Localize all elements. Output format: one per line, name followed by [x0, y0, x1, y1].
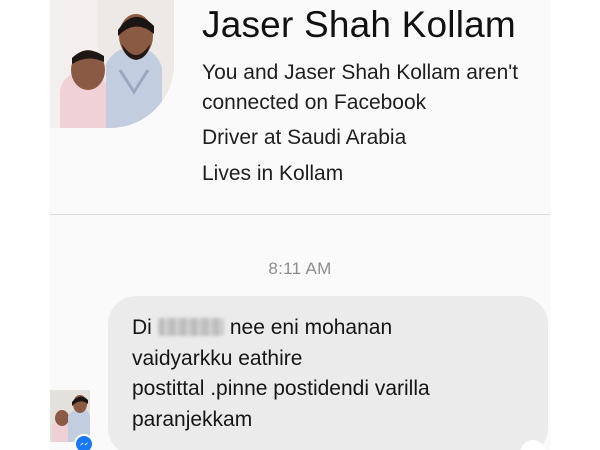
- message-text: nee eni mohanan: [229, 316, 393, 339]
- message-timestamp: 8:11 AM: [268, 259, 332, 278]
- profile-name: Jaser Shah Kollam: [202, 4, 516, 45]
- message-line-4: paranjekkam: [132, 407, 253, 431]
- connection-status-line-1: You and Jaser Shah Kollam aren't: [202, 61, 519, 84]
- messenger-conversation: Jaser Shah Kollam You and Jaser Shah Kol…: [50, 0, 550, 450]
- message-line-2: vaidyarkku eathire: [132, 346, 303, 370]
- message-bubble[interactable]: Di nee eni mohanan vaidyarkku eathire pos…: [108, 296, 548, 450]
- profile-location: Lives in Kollam: [202, 162, 344, 185]
- message-line-3: postittal .pinne postidendi varilla: [132, 377, 430, 400]
- message-text: Di: [132, 316, 152, 339]
- connection-status-line-2: connected on Facebook: [202, 91, 427, 114]
- redacted-name: [157, 318, 224, 336]
- profile-avatar[interactable]: [50, 0, 174, 128]
- messenger-icon: [74, 434, 94, 450]
- profile-work: Driver at Saudi Arabia: [202, 126, 407, 149]
- divider: [50, 214, 550, 215]
- message-line-1: Di nee eni mohanan: [132, 313, 548, 344]
- connection-status: You and Jaser Shah Kollam aren't connect…: [202, 58, 518, 118]
